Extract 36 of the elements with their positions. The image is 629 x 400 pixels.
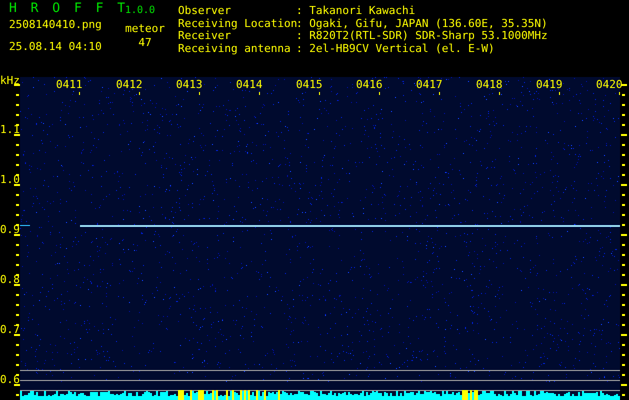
field-value: : R820T2(RTL-SDR) SDR-Sharp 53.1000MHz	[296, 30, 548, 42]
field-value: : 2el-HB9CV Vertical (el. E-W)	[296, 42, 496, 55]
app-title: H R O F F T	[9, 3, 126, 16]
frequency-label: 0.8	[0, 274, 20, 286]
time-label: 0418	[476, 79, 502, 91]
axis-unit: kHz	[0, 73, 20, 89]
app-version: 1.0.0	[124, 5, 156, 18]
field-label: Receiving antenna	[178, 42, 292, 55]
time-label: 0419	[536, 79, 562, 91]
time-tick	[499, 92, 500, 95]
field-label: Receiver	[178, 30, 231, 42]
time-label: 0420	[596, 79, 622, 91]
time-label: 0412	[116, 79, 142, 91]
time-tick	[379, 92, 380, 95]
field-label: Receiving Location	[178, 18, 296, 30]
time-tick	[259, 92, 260, 95]
meteor-count: 47	[138, 37, 152, 50]
field-value: : Ogaki, Gifu, JAPAN (136.60E, 35.35N)	[296, 18, 548, 30]
time-label: 0411	[56, 79, 82, 91]
file-name: 2508140410.png	[9, 18, 103, 31]
time-tick	[199, 92, 200, 95]
time-tick	[439, 92, 440, 95]
time-tick	[619, 92, 620, 95]
time-label: 0413	[176, 79, 202, 91]
time-tick	[559, 92, 560, 95]
field-value: : Takanori Kawachi	[296, 5, 416, 18]
time-label: 0415	[296, 79, 322, 91]
date-time: 25.08.14 04:10	[9, 41, 103, 54]
time-tick	[319, 92, 320, 95]
time-label: 0414	[236, 79, 262, 91]
meteor-label: meteor	[125, 22, 165, 35]
time-label: 0416	[356, 79, 382, 91]
time-tick	[139, 92, 140, 95]
time-label: 0417	[416, 79, 442, 91]
field-label: Observer	[178, 5, 232, 18]
time-tick	[79, 92, 80, 95]
